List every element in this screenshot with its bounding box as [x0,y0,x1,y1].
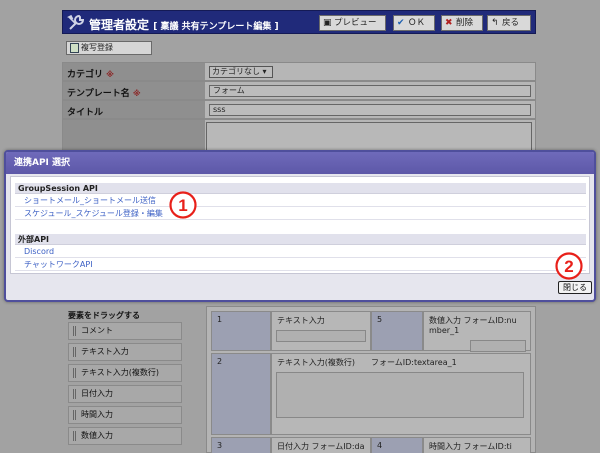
chevron-down-icon: ▾ [262,67,267,76]
api-link-shortmail[interactable]: ショートメール_ショートメール送信 [15,195,586,207]
grid-cell[interactable]: 数値入力 フォームID:nu mber_1 [423,311,531,352]
category-select[interactable]: カテゴリなし ▾ [209,66,273,78]
api-select-dialog: 連携API 選択 GroupSession API ショートメール_ショートメー… [4,150,596,302]
page-subtitle: [ 稟議 共有テンプレート編集 ] [153,22,279,32]
drag-handle-icon [73,347,76,357]
group-header-external: 外部API [15,234,586,245]
dialog-title: 連携API 選択 [6,152,594,174]
annotation-marker-1: 1 [168,190,198,220]
title-bar: 管理者設定 [ 稟議 共有テンプレート編集 ] ▣ プレビュー ✔ ＯＫ ✖ 削… [62,10,536,34]
drag-handle-icon [73,431,76,441]
title-value-cell: sss [207,101,535,118]
ok-button[interactable]: ✔ ＯＫ [393,15,435,31]
preview-button[interactable]: ▣ プレビュー [319,15,386,31]
title-input[interactable]: sss [209,104,531,116]
copy-icon [70,43,79,53]
title-row: タイトル sss [62,100,536,119]
api-link-schedule[interactable]: スケジュール_スケジュール登録・編集 [15,208,586,220]
page-title: 管理者設定 [ 稟議 共有テンプレート編集 ] [89,18,279,32]
palette-heading: 要素をドラッグする [68,311,140,320]
drag-handle-icon [73,389,76,399]
grid-cell[interactable]: 時間入力 フォームID:ti [423,437,531,453]
svg-text:2: 2 [564,257,573,276]
layout-grid: 1 テキスト入力 5 数値入力 フォームID:nu mber_1 2 テキスト入… [206,306,536,453]
grid-cell-number: 2 [211,353,271,435]
drag-handle-icon [73,410,76,420]
dialog-footer: 閉じる [6,275,594,299]
category-value-cell: カテゴリなし ▾ [207,63,535,80]
template-name-label: テンプレート名 ※ [63,82,205,99]
svg-text:1: 1 [178,196,187,215]
palette-item[interactable]: コメント [68,322,182,340]
drag-handle-icon [73,326,76,336]
template-name-input[interactable]: フォーム [209,85,531,97]
api-link-chatwork[interactable]: チャットワークAPI [15,259,586,271]
template-name-row: テンプレート名 ※ フォーム [62,81,536,100]
palette-item[interactable]: テキスト入力 [68,343,182,361]
wrench-icon [67,14,85,30]
grid-cell[interactable]: テキスト入力 [271,311,371,351]
close-button[interactable]: 閉じる [558,281,592,294]
title-label: タイトル [63,101,205,118]
check-icon: ✔ [397,18,405,28]
template-name-value-cell: フォーム [207,82,535,99]
close-icon: ✖ [445,18,453,28]
palette-item[interactable]: 時間入力 [68,406,182,424]
palette-item[interactable]: テキスト入力(複数行) [68,364,182,382]
api-link-discord[interactable]: Discord [15,246,586,258]
grid-cell-input [276,330,366,342]
grid-cell-number: 1 [211,311,271,351]
preview-icon: ▣ [323,18,332,28]
delete-button[interactable]: ✖ 削除 [441,15,483,31]
required-mark: ※ [132,89,141,98]
palette-item[interactable]: 日付入力 [68,385,182,403]
drag-handle-icon [73,368,76,378]
grid-cell-input [470,340,526,352]
grid-cell-number: 3 [211,437,271,453]
category-row: カテゴリ ※ カテゴリなし ▾ [62,62,536,81]
annotation-marker-2: 2 [554,251,584,281]
copy-register-button[interactable]: 複写登録 [66,41,152,55]
element-palette: 要素をドラッグする コメント テキスト入力 テキスト入力(複数行) 日付入力 時… [62,306,202,453]
grid-cell-number: 5 [371,311,423,351]
grid-cell[interactable]: テキスト入力(複数行) フォームID:textarea_1 [271,353,531,435]
back-arrow-icon: ↰ [491,18,499,28]
required-mark: ※ [106,70,114,79]
dialog-body: GroupSession API ショートメール_ショートメール送信 スケジュー… [10,176,590,274]
group-header-groupsession: GroupSession API [15,183,586,194]
grid-cell-number: 4 [371,437,423,453]
category-label: カテゴリ ※ [63,63,205,80]
palette-item[interactable]: 数値入力 [68,427,182,445]
grid-cell-textarea [276,372,524,418]
grid-cell[interactable]: 日付入力 フォームID:da [271,437,371,453]
back-button[interactable]: ↰ 戻る [487,15,531,31]
